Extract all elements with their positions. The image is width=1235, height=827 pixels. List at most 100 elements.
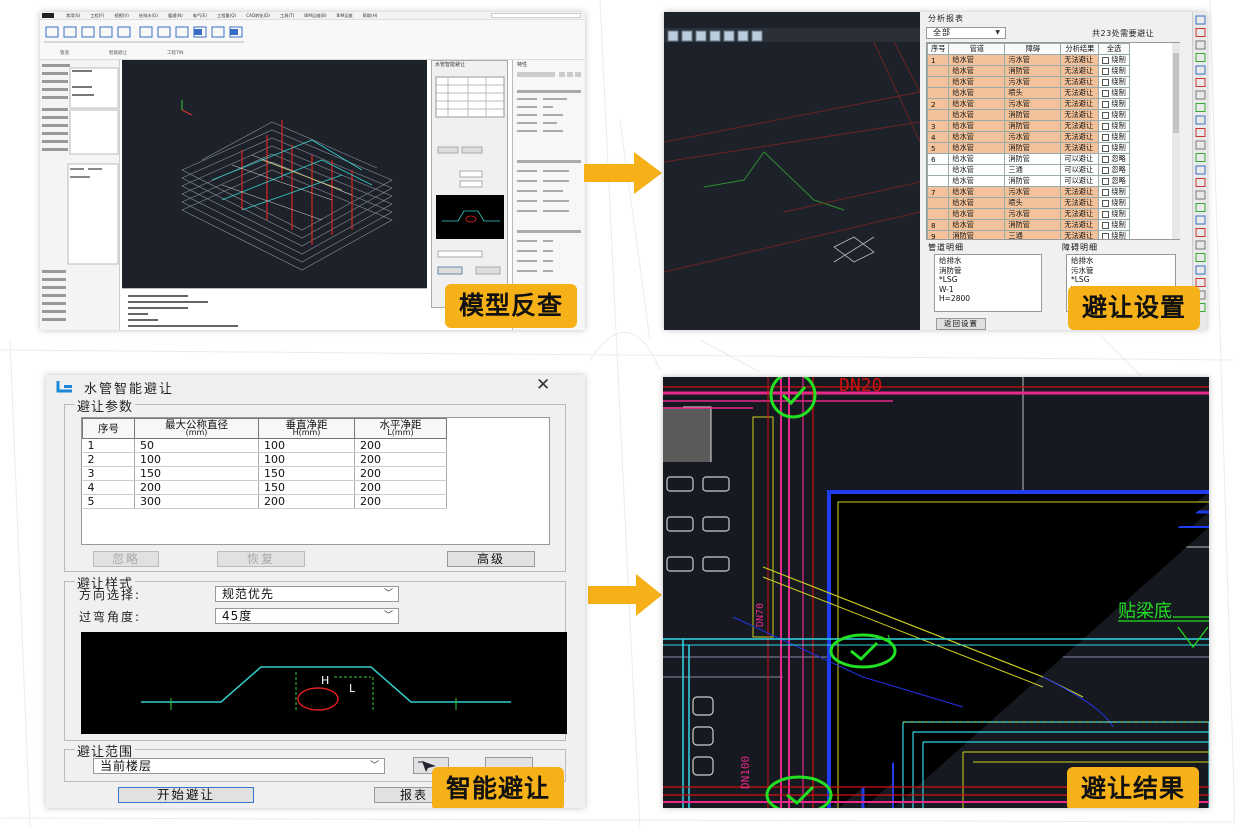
search-box[interactable]	[491, 13, 581, 18]
report-table[interactable]: 序号 管道 障碍 分析结果 全选 1 给水管 污水管 无法避让 绕制 给水管 消防管 无法避让 绕制 给水管…	[926, 42, 1180, 240]
row-checkbox[interactable]	[1102, 199, 1110, 207]
menu-item[interactable]: BIM运维	[337, 13, 353, 18]
param-row[interactable]: 3 150 150 200	[82, 466, 447, 481]
report-row[interactable]: 7 给水管 污水管 无法避让 绕制	[927, 186, 1130, 198]
report-row[interactable]: 给水管 消防管 可以避让 忽略	[927, 175, 1130, 187]
param-cell[interactable]: 150	[258, 466, 355, 481]
param-cell[interactable]: 200	[354, 452, 447, 467]
report-cell-select[interactable]: 绕制	[1098, 197, 1130, 209]
angle-select[interactable]: 45度 ﹀	[215, 608, 399, 624]
row-checkbox[interactable]	[1102, 210, 1110, 218]
row-checkbox[interactable]	[1102, 78, 1110, 86]
report-row[interactable]: 3 给水管 消防管 无法避让 绕制	[927, 120, 1130, 132]
left-tree-panel[interactable]	[40, 60, 120, 330]
row-checkbox[interactable]	[1102, 188, 1110, 196]
param-cell[interactable]: 3	[82, 466, 135, 481]
param-cell[interactable]: 200	[354, 494, 447, 509]
menu-item[interactable]: 帮助(H)	[363, 13, 378, 18]
report-scrollbar[interactable]	[1172, 43, 1180, 239]
report-cell-select[interactable]: 绕制	[1098, 186, 1130, 198]
param-cell[interactable]: 200	[258, 494, 355, 509]
report-row[interactable]: 给水管 三通 可以避让 忽略	[927, 164, 1130, 176]
menu-item[interactable]: CAD转化(D)	[246, 13, 270, 18]
row-checkbox[interactable]	[1102, 56, 1110, 64]
param-cell[interactable]: 2	[82, 452, 135, 467]
report-cell-select[interactable]: 绕制	[1098, 131, 1130, 143]
param-cell[interactable]: 200	[134, 480, 259, 495]
report-row[interactable]: 4 给水管 污水管 无法避让 绕制	[927, 131, 1130, 143]
report-row[interactable]: 给水管 喷头 无法避让 绕制	[927, 87, 1130, 99]
report-row[interactable]: 2 给水管 污水管 无法避让 绕制	[927, 98, 1130, 110]
row-checkbox[interactable]	[1102, 221, 1110, 229]
command-line[interactable]	[122, 288, 427, 330]
report-row[interactable]: 给水管 污水管 无法避让 绕制	[927, 76, 1130, 88]
report-row[interactable]: 给水管 消防管 无法避让 绕制	[927, 109, 1130, 121]
report-cell-select[interactable]: 忽略	[1098, 153, 1130, 165]
report-row[interactable]: 给水管 污水管 无法避让 绕制	[927, 208, 1130, 220]
report-row[interactable]: 给水管 喷头 无法避让 绕制	[927, 197, 1130, 209]
row-checkbox[interactable]	[1102, 133, 1110, 141]
param-cell[interactable]: 100	[258, 438, 355, 453]
param-cell[interactable]: 150	[258, 480, 355, 495]
report-cell-select[interactable]: 绕制	[1098, 109, 1130, 121]
row-checkbox[interactable]	[1102, 111, 1110, 119]
start-avoid-button[interactable]: 开始避让	[118, 787, 254, 803]
param-cell[interactable]: 5	[82, 494, 135, 509]
report-row[interactable]: 给水管 消防管 无法避让 绕制	[927, 65, 1130, 77]
close-icon[interactable]: ✕	[536, 375, 550, 395]
row-checkbox[interactable]	[1102, 232, 1110, 239]
row-checkbox[interactable]	[1102, 122, 1110, 130]
row-checkbox[interactable]	[1102, 100, 1110, 108]
report-cell-select[interactable]: 绕制	[1098, 65, 1130, 77]
menu-item[interactable]: 给排水(G)	[139, 13, 158, 18]
menu-item[interactable]: 暖通(N)	[168, 13, 183, 18]
menu-item[interactable]: 视图(V)	[114, 13, 129, 18]
report-cell-select[interactable]: 绕制	[1098, 142, 1130, 154]
row-checkbox[interactable]	[1102, 177, 1110, 185]
range-select[interactable]: 当前楼层 ﹀	[93, 758, 385, 774]
params-table[interactable]: 序号 最大公称直径 (mm) 垂直净距 H(mm) 水平净距 L(mm) 1 50 100 200 2…	[81, 417, 550, 545]
advanced-button[interactable]: 高级	[447, 551, 535, 567]
report-row[interactable]: 1 给水管 污水管 无法避让 绕制	[927, 54, 1130, 66]
row-checkbox[interactable]	[1102, 155, 1110, 163]
param-cell[interactable]: 50	[134, 438, 259, 453]
param-row[interactable]: 5 300 200 200	[82, 494, 447, 509]
param-row[interactable]: 4 200 150 200	[82, 480, 447, 495]
report-row[interactable]: 6 给水管 消防管 可以避让 忽略	[927, 153, 1130, 165]
row-checkbox[interactable]	[1102, 144, 1110, 152]
param-cell[interactable]: 100	[134, 452, 259, 467]
report-cell-select[interactable]: 忽略	[1098, 175, 1130, 187]
report-cell-select[interactable]: 绕制	[1098, 120, 1130, 132]
cad-viewport-2d[interactable]	[664, 12, 920, 330]
param-cell[interactable]: 150	[134, 466, 259, 481]
report-cell-select[interactable]: 绕制	[1098, 54, 1130, 66]
row-checkbox[interactable]	[1102, 166, 1110, 174]
row-checkbox[interactable]	[1102, 67, 1110, 75]
cad-viewport[interactable]	[122, 60, 427, 288]
report-cell-select[interactable]: 绕制	[1098, 208, 1130, 220]
restore-button[interactable]: 恢复	[217, 551, 305, 567]
report-cell-select[interactable]: 绕制	[1098, 219, 1130, 231]
back-to-settings-button[interactable]: 返回设置	[936, 318, 986, 330]
report-cell-select[interactable]: 绕制	[1098, 87, 1130, 99]
menu-item[interactable]: 工程(F)	[90, 13, 104, 18]
report-cell-select[interactable]: 忽略	[1098, 164, 1130, 176]
row-checkbox[interactable]	[1102, 89, 1110, 97]
ignore-button[interactable]: 忽略	[93, 551, 159, 567]
menu-item[interactable]: 电气(E)	[193, 13, 207, 18]
menu-item[interactable]: 工程量(Q)	[217, 13, 236, 18]
direction-select[interactable]: 规范优先 ﹀	[215, 586, 399, 602]
param-cell[interactable]: 200	[354, 438, 447, 453]
report-row[interactable]: 5 给水管 消防管 无法避让 绕制	[927, 142, 1130, 154]
menu-item[interactable]: BIM运维(B)	[304, 13, 326, 18]
filter-select[interactable]: 全部 ▼	[926, 27, 1006, 39]
report-cell-select[interactable]: 绕制	[1098, 230, 1130, 239]
report-row[interactable]: 8 给水管 消防管 无法避让 绕制	[927, 219, 1130, 231]
param-row[interactable]: 1 50 100 200	[82, 438, 447, 453]
param-row[interactable]: 2 100 100 200	[82, 452, 447, 467]
menu-item[interactable]: 工具(T)	[280, 13, 294, 18]
ribbon-tool-icons[interactable]	[42, 23, 252, 51]
param-cell[interactable]: 4	[82, 480, 135, 495]
param-cell[interactable]: 300	[134, 494, 259, 509]
menu-item[interactable]: 常用(S)	[66, 13, 80, 18]
